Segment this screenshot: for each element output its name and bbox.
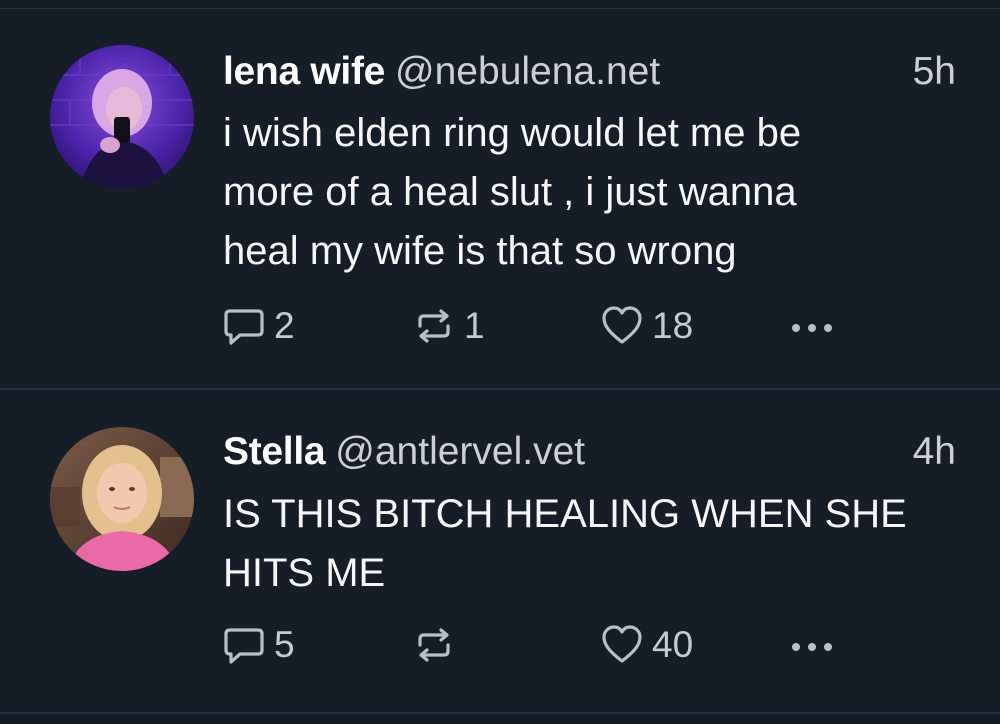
post-2[interactable]: Stella @antlervel.vet 4h IS THIS BITCH HE…: [0, 390, 1000, 712]
post-text-line: more of a heal slut , i just wanna: [223, 170, 797, 214]
reply-count: 5: [274, 624, 295, 665]
more-options-button[interactable]: [788, 622, 836, 668]
timestamp[interactable]: 4h: [913, 430, 956, 474]
post-header: Stella @antlervel.vet 4h: [223, 430, 956, 480]
handle[interactable]: @nebulena.net: [395, 50, 660, 93]
post-header: lena wife @nebulena.net 5h: [223, 50, 956, 100]
post-actions: 5 40: [222, 622, 862, 668]
reply-icon: [222, 304, 266, 348]
repost-icon: [412, 304, 456, 348]
like-button[interactable]: 40: [600, 622, 693, 668]
heart-icon: [600, 623, 644, 667]
reply-icon: [222, 623, 266, 667]
post-text-line: HITS ME: [223, 551, 386, 595]
avatar[interactable]: [50, 45, 194, 189]
repost-button[interactable]: 1: [412, 303, 485, 349]
display-name[interactable]: Stella: [223, 430, 326, 473]
bottom-divider: [0, 712, 1000, 714]
post-1[interactable]: lena wife @nebulena.net 5h i wish elden r…: [0, 0, 1000, 388]
avatar[interactable]: [50, 427, 194, 571]
post-text-line: heal my wife is that so wrong: [223, 229, 737, 273]
like-count: 18: [652, 305, 694, 346]
handle[interactable]: @antlervel.vet: [335, 430, 585, 473]
heart-icon: [600, 304, 644, 348]
like-count: 40: [652, 624, 694, 665]
more-options-icon: [788, 623, 836, 667]
repost-count: 1: [464, 305, 485, 346]
timestamp[interactable]: 5h: [913, 50, 956, 94]
repost-icon: [412, 623, 456, 667]
post-text-line: IS THIS BITCH HEALING WHEN SHE: [223, 492, 907, 536]
reply-count: 2: [274, 305, 295, 346]
more-options-button[interactable]: [788, 303, 836, 349]
post-actions: 2 1 18: [222, 303, 862, 349]
repost-button[interactable]: [412, 622, 464, 668]
reply-button[interactable]: 2: [222, 303, 295, 349]
more-options-icon: [788, 304, 836, 348]
post-text: IS THIS BITCH HEALING WHEN SHE HITS ME: [223, 485, 963, 603]
post-text-line: i wish elden ring would let me be: [223, 111, 802, 155]
post-text: i wish elden ring would let me be more o…: [223, 104, 963, 281]
reply-button[interactable]: 5: [222, 622, 295, 668]
like-button[interactable]: 18: [600, 303, 693, 349]
display-name[interactable]: lena wife: [223, 50, 385, 93]
